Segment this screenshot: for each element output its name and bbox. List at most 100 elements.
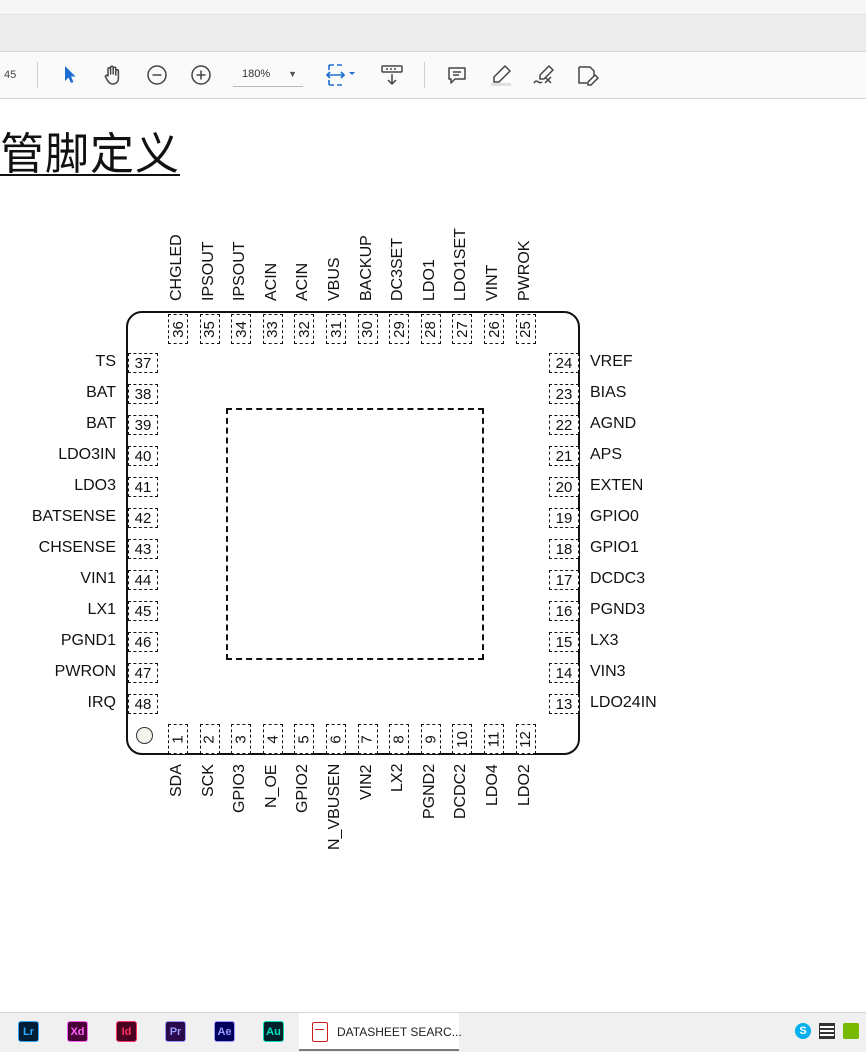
pin-box: 35 (199, 314, 220, 344)
toolbar-separator (37, 62, 38, 88)
lightroom-icon[interactable]: Lr (18, 1021, 39, 1042)
pin-label: LX2 (389, 763, 407, 792)
pin-box: 34 (231, 314, 252, 344)
pin-label: APS (590, 446, 623, 463)
pin-label: ACIN (294, 262, 312, 301)
pin-label: TS (95, 353, 116, 370)
pin-label: GPIO0 (590, 508, 639, 525)
pin-box: 31 (326, 314, 346, 344)
pin-label: DCDC3 (590, 570, 646, 587)
pin-label: BACKUP (357, 235, 375, 301)
pin-box: 16 (549, 601, 579, 621)
pin-box: 40 (128, 446, 158, 466)
pin-label: BAT (86, 415, 116, 432)
pin-label: PWROK (515, 240, 533, 301)
pin-label: VIN2 (357, 764, 375, 800)
skype-icon[interactable]: S (795, 1023, 811, 1039)
comment-icon[interactable] (444, 52, 470, 98)
pin1-marker (136, 727, 153, 744)
pin-box: 15 (549, 632, 579, 652)
pin-box: 32 (294, 314, 315, 344)
fill-sign-icon[interactable] (574, 52, 602, 98)
pin-box: 33 (262, 314, 283, 344)
pin-label: GPIO1 (590, 539, 639, 556)
pin-label: CHSENSE (38, 539, 116, 556)
taskbar-active-window[interactable]: DATASHEET SEARC... (299, 1013, 462, 1051)
pin-label: LX1 (87, 601, 116, 618)
pin-box: 13 (549, 694, 579, 714)
xd-icon[interactable]: Xd (67, 1021, 88, 1042)
scroll-mode-icon[interactable] (378, 52, 406, 98)
pin-box: 39 (128, 415, 158, 435)
pin-label: LDO1SET (452, 228, 470, 301)
pin-box: 6 (326, 724, 346, 754)
hand-tool-icon[interactable] (100, 52, 126, 98)
toolbar: 45 180% ▼ (0, 52, 866, 99)
pin-label: IPSOUT (231, 241, 249, 301)
pin-box: 9 (420, 724, 441, 754)
audition-icon[interactable]: Au (263, 1021, 284, 1042)
pin-box: 41 (128, 477, 158, 497)
pin-label: GPIO2 (294, 764, 312, 813)
pin-box: 25 (515, 314, 536, 344)
fit-page-icon[interactable] (322, 52, 358, 98)
taskbar: Lr Xd Id Pr Ae Au DATASHEET SEARC... S (0, 1012, 866, 1052)
draw-icon[interactable] (530, 52, 558, 98)
pin-box: 36 (168, 314, 188, 344)
pin-box: 7 (357, 724, 378, 754)
zoom-in-icon[interactable] (188, 52, 214, 98)
highlight-icon[interactable] (487, 52, 515, 98)
select-arrow-icon[interactable] (58, 52, 82, 98)
pin-label: GPIO3 (231, 764, 249, 813)
calculator-icon[interactable] (819, 1023, 835, 1039)
pin-label: CHGLED (168, 234, 185, 301)
zoom-value: 180% (242, 68, 271, 80)
nvidia-icon[interactable] (843, 1023, 859, 1039)
pin-box: 28 (420, 314, 441, 344)
pin-label: LDO3 (74, 477, 116, 494)
pin-box: 14 (549, 663, 579, 683)
zoom-dropdown[interactable]: 180% ▼ (233, 64, 303, 87)
tab-bar (0, 15, 866, 52)
pin-box: 45 (128, 601, 158, 621)
pin-box: 21 (549, 446, 579, 466)
pin-box: 24 (549, 353, 579, 373)
pin-box: 8 (389, 724, 410, 754)
pin-label: LDO24IN (590, 694, 657, 711)
pin-label: LDO3IN (58, 446, 116, 463)
pin-label: PGND1 (60, 632, 116, 649)
indesign-icon[interactable]: Id (116, 1021, 137, 1042)
pin-box: 30 (357, 314, 378, 344)
pin-box: 3 (231, 724, 252, 754)
pin-label: DC3SET (389, 237, 407, 301)
pin-label: VREF (590, 353, 633, 370)
pin-label: VINT (484, 264, 501, 301)
exposed-pad (226, 408, 484, 660)
pin-box: 22 (549, 415, 579, 435)
pin-label: BIAS (590, 384, 627, 401)
pin-box: 48 (128, 694, 158, 714)
pin-label: N_OE (262, 764, 280, 808)
pin-label: LDO2 (515, 764, 533, 806)
pin-label: SDA (168, 764, 185, 797)
pin-label: PGND2 (420, 763, 438, 819)
window-top-strip (0, 0, 866, 15)
pin-box: 19 (549, 508, 579, 528)
after-effects-icon[interactable]: Ae (214, 1021, 235, 1042)
pin-box: 17 (549, 570, 579, 590)
pin-box: 2 (199, 724, 220, 754)
pin-box: 44 (128, 570, 158, 590)
pin-box: 20 (549, 477, 579, 497)
premiere-icon[interactable]: Pr (165, 1021, 186, 1042)
pin-box: 18 (549, 539, 579, 559)
pin-label: IRQ (87, 694, 116, 711)
page-number-field[interactable]: 45 (4, 52, 16, 98)
pin-label: BATSENSE (31, 508, 116, 525)
pin-box: 10 (452, 724, 473, 754)
zoom-out-icon[interactable] (144, 52, 170, 98)
pin-label: LDO4 (484, 764, 501, 806)
pin-box: 11 (484, 724, 504, 754)
pin-box: 43 (128, 539, 158, 559)
pin-label: AGND (590, 415, 637, 432)
pin-box: 5 (294, 724, 315, 754)
